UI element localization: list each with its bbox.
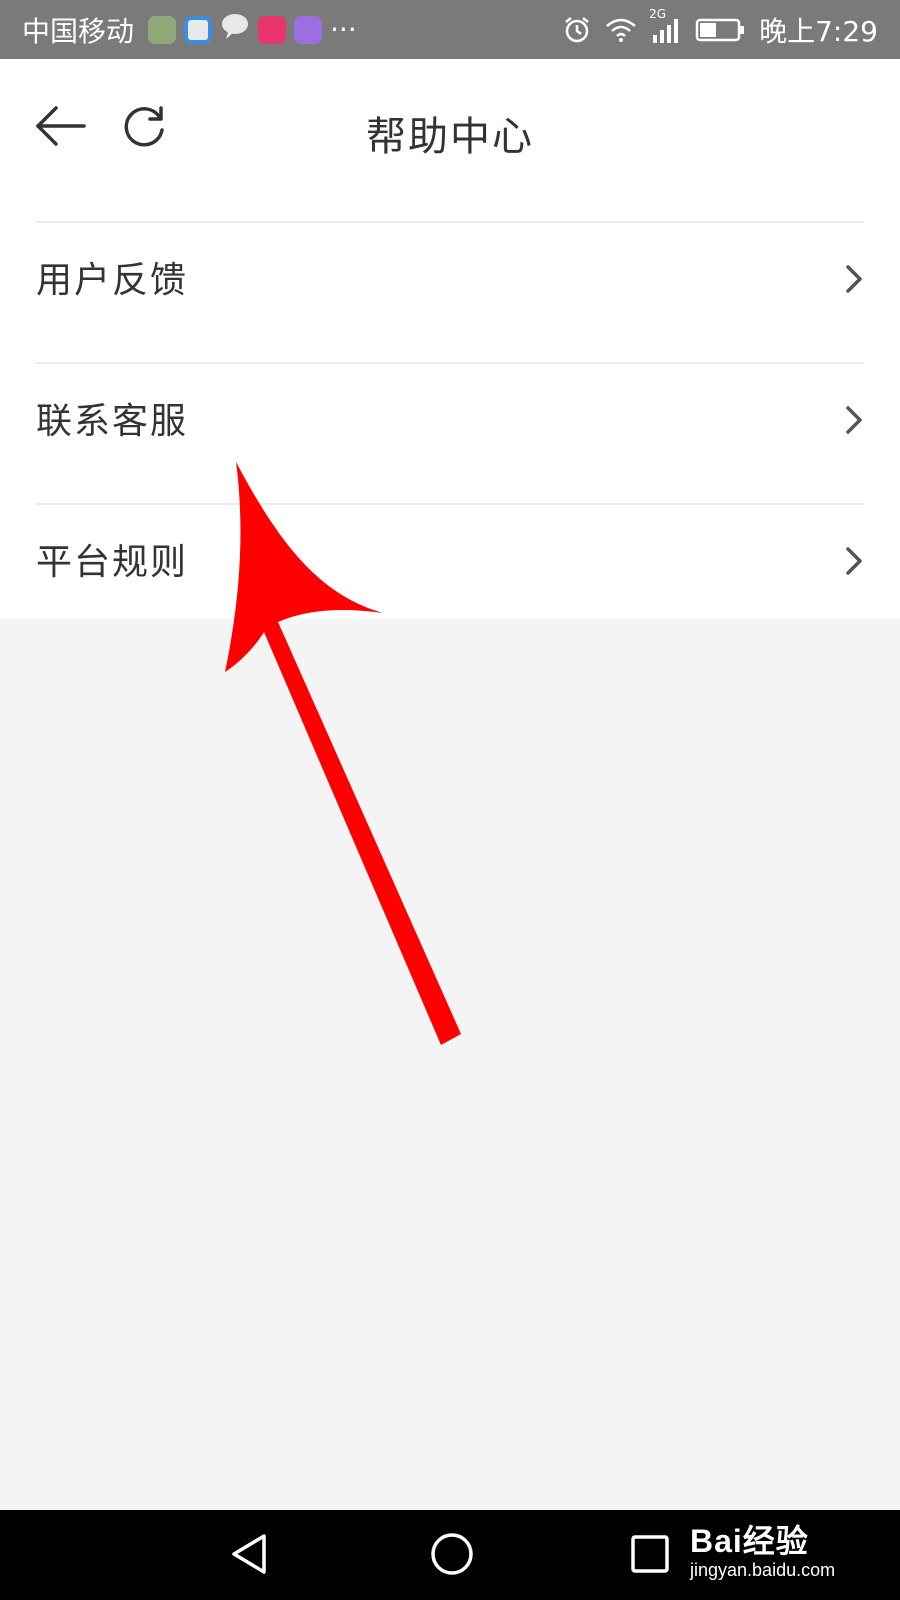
- baidu-jingyan-watermark: Bai经验 jingyan.baidu.com: [690, 1516, 835, 1581]
- app-icon-1: [148, 15, 177, 44]
- network-type: 2G: [649, 6, 667, 21]
- more-notifications: ···: [330, 13, 357, 46]
- home-circle-icon: [431, 1533, 473, 1575]
- chevron-right-icon: [846, 547, 862, 575]
- menu-item-label: 用户反馈: [36, 260, 189, 301]
- recent-square-icon: [631, 1535, 669, 1573]
- header: 帮助中心: [0, 59, 900, 221]
- clock: 晚上7:29: [759, 14, 878, 48]
- help-menu-list: 用户反馈 联系客服 平台规则: [0, 221, 900, 619]
- chevron-right-icon: [846, 265, 862, 293]
- status-left: 中国移动 ···: [22, 10, 357, 50]
- battery-icon: [695, 17, 745, 43]
- menu-item-contact-service[interactable]: 联系客服: [36, 362, 864, 503]
- message-icon: [220, 12, 250, 47]
- navigation-bar: Bai经验 jingyan.baidu.com: [0, 1510, 900, 1600]
- status-right: 2G 晚上7:29: [563, 7, 878, 50]
- menu-item-platform-rules[interactable]: 平台规则: [36, 503, 864, 619]
- back-triangle-icon: [232, 1534, 266, 1574]
- nav-home-button[interactable]: [428, 1530, 476, 1578]
- menu-item-user-feedback[interactable]: 用户反馈: [36, 221, 864, 362]
- app-icon-2: [184, 15, 213, 44]
- nav-back-button[interactable]: [228, 1530, 272, 1578]
- carrier-name: 中国移动: [22, 14, 135, 48]
- watermark-logo: Bai经验: [690, 1523, 809, 1559]
- watermark-url: jingyan.baidu.com: [690, 1560, 836, 1580]
- nav-recent-button[interactable]: [630, 1534, 670, 1574]
- wifi-icon: [605, 17, 637, 43]
- app-icon-3: [258, 15, 287, 44]
- signal-icon: 2G: [649, 7, 681, 43]
- alarm-icon: [563, 16, 591, 44]
- menu-item-label: 平台规则: [36, 542, 189, 583]
- menu-item-label: 联系客服: [36, 401, 189, 442]
- status-bar: 中国移动 ··· 2G 晚上7:29: [0, 0, 900, 59]
- app-icon-4: [294, 15, 323, 44]
- chevron-right-icon: [846, 406, 862, 434]
- page-title: 帮助中心: [366, 114, 534, 160]
